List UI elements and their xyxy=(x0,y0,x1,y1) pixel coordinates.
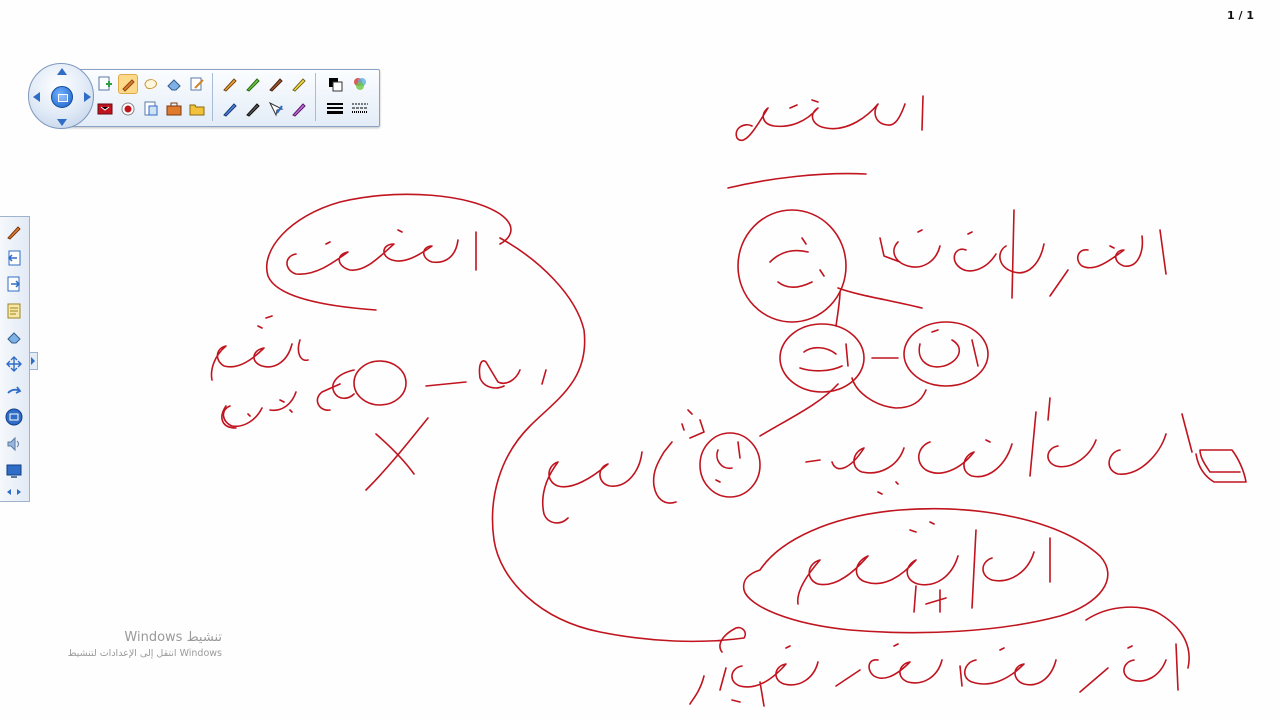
brush-button[interactable] xyxy=(266,74,286,94)
edit-page-button[interactable] xyxy=(187,74,207,94)
ink-left-word xyxy=(542,409,705,524)
move-icon xyxy=(6,356,22,372)
side-toolbar-collapse-handle[interactable] xyxy=(30,352,38,370)
record-icon xyxy=(121,102,135,116)
undo-arrow-icon xyxy=(7,386,22,394)
volume-icon xyxy=(7,436,19,452)
marker-dark-icon xyxy=(246,103,260,117)
side-volume-button[interactable] xyxy=(4,434,24,454)
magic-pen-button[interactable] xyxy=(289,99,309,119)
layers-button[interactable] xyxy=(350,74,370,94)
toolbar-separator xyxy=(315,73,316,121)
ink-circle-small xyxy=(699,432,761,498)
selection-pen-icon xyxy=(268,101,284,117)
toolbar-separator xyxy=(212,73,213,121)
side-display-button[interactable] xyxy=(4,461,24,481)
ink-left-middle xyxy=(210,315,547,429)
watermark-subtitle: انتقل إلى الإعدادات لتنشيط Windows xyxy=(67,648,222,659)
highlighter-yellow-icon xyxy=(292,78,306,92)
new-page-button[interactable] xyxy=(95,74,115,94)
nav-down-icon[interactable] xyxy=(57,119,67,126)
side-previous-page-button[interactable] xyxy=(4,248,24,268)
previous-page-icon xyxy=(7,250,21,266)
shape-button[interactable] xyxy=(141,74,161,94)
line-width-icon xyxy=(327,103,343,114)
next-page-icon xyxy=(7,276,21,292)
ink-title-underline xyxy=(727,172,867,189)
side-main-menu-button[interactable] xyxy=(4,407,24,427)
side-expand-button[interactable] xyxy=(4,485,24,499)
toolbox-button[interactable] xyxy=(164,99,184,119)
ink-sentence-word xyxy=(805,397,1193,495)
ink-heading-word xyxy=(879,209,1167,299)
nav-center-icon[interactable] xyxy=(51,86,73,108)
line-style-icon xyxy=(352,103,368,113)
line-style-button[interactable] xyxy=(350,99,370,119)
selection-pen-button[interactable] xyxy=(266,99,286,119)
pen-blue-button[interactable] xyxy=(220,99,240,119)
nav-left-icon[interactable] xyxy=(33,92,40,102)
ink-circle-left xyxy=(779,323,865,393)
ink-bottom-words xyxy=(689,643,1179,707)
side-notes-button[interactable] xyxy=(4,301,24,321)
pencil-orange-button[interactable] xyxy=(220,74,240,94)
side-undo-button[interactable] xyxy=(4,381,24,401)
ink-branch-lines xyxy=(759,287,927,437)
eraser-icon xyxy=(167,79,181,91)
side-toolbar xyxy=(0,216,30,502)
magic-pen-icon xyxy=(292,103,306,117)
notes-icon xyxy=(7,303,21,319)
ink-title-word xyxy=(735,95,924,142)
ink-circle-top xyxy=(737,209,847,323)
expand-icon xyxy=(7,489,21,495)
side-eraser-button[interactable] xyxy=(4,327,24,347)
eraser-button[interactable] xyxy=(164,74,184,94)
pen-button[interactable] xyxy=(118,74,138,94)
nav-up-icon[interactable] xyxy=(57,68,67,75)
ink-left-ellipse xyxy=(265,193,512,311)
document-button[interactable] xyxy=(141,99,161,119)
pen-blue-icon xyxy=(223,103,237,117)
ink-left-title-word xyxy=(286,229,477,275)
line-width-button[interactable] xyxy=(325,99,345,119)
toolbox-icon xyxy=(166,102,182,116)
folder-icon xyxy=(189,104,205,116)
marker-green-button[interactable] xyxy=(243,74,263,94)
ink-bottom-right-curve xyxy=(1085,606,1190,669)
floating-toolbar xyxy=(28,63,380,131)
layers-icon xyxy=(354,78,366,90)
main-menu-icon xyxy=(5,408,23,426)
brush-icon xyxy=(269,78,283,92)
color-picker-icon xyxy=(329,78,343,92)
screen-capture-icon xyxy=(97,103,113,115)
folder-button[interactable] xyxy=(187,99,207,119)
record-button[interactable] xyxy=(118,99,138,119)
pen-icon xyxy=(122,79,135,92)
eraser-icon xyxy=(7,332,21,344)
ink-ellipse-word xyxy=(796,521,1051,613)
screen-capture-button[interactable] xyxy=(95,99,115,119)
color-picker-button[interactable] xyxy=(325,74,345,94)
highlighter-yellow-button[interactable] xyxy=(289,74,309,94)
side-move-button[interactable] xyxy=(4,354,24,374)
side-pen-button[interactable] xyxy=(4,222,24,242)
pen-icon xyxy=(7,226,21,240)
side-next-page-button[interactable] xyxy=(4,274,24,294)
display-icon xyxy=(6,464,22,478)
marker-green-icon xyxy=(246,78,260,92)
marker-dark-button[interactable] xyxy=(243,99,263,119)
edit-page-icon xyxy=(190,77,204,91)
nav-right-icon[interactable] xyxy=(84,92,91,102)
ink-cross-mark xyxy=(365,417,429,491)
shape-icon xyxy=(144,79,157,89)
activation-watermark: Windows تنشيط انتقل إلى الإعدادات لتنشيط… xyxy=(60,630,222,659)
new-page-icon xyxy=(98,76,112,91)
navigation-disc[interactable] xyxy=(28,63,94,129)
pencil-orange-icon xyxy=(223,78,237,92)
ink-bottom-ellipse xyxy=(742,507,1109,634)
document-icon xyxy=(144,101,158,116)
ink-checkbox xyxy=(1195,449,1247,483)
watermark-title: Windows تنشيط xyxy=(124,630,222,645)
